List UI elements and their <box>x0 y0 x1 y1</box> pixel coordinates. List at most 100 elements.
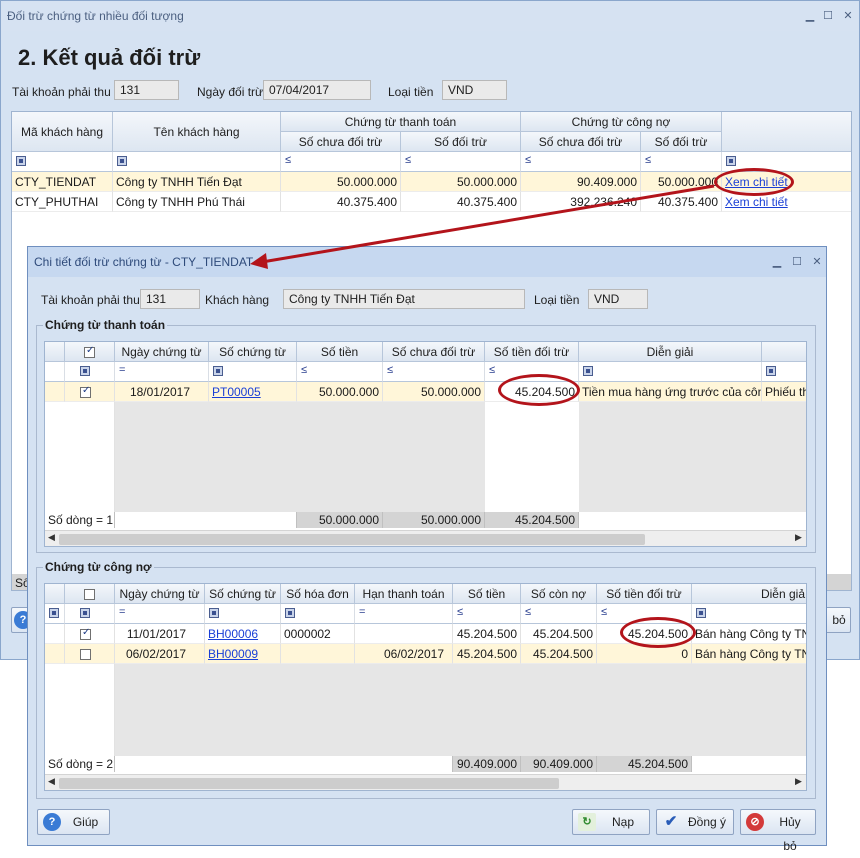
filter-cell[interactable] <box>12 152 113 172</box>
load-button[interactable]: ↻ Nạp <box>572 809 650 835</box>
voucher-link[interactable]: PT00005 <box>209 382 297 402</box>
account-field[interactable]: 131 <box>114 80 179 100</box>
col-pay-matched[interactable]: Số đối trừ <box>401 132 521 152</box>
filter-cell[interactable]: = <box>355 604 453 624</box>
col-date[interactable]: Ngày chứng từ <box>115 584 205 604</box>
col-debt-unmatched[interactable]: Số chưa đối trừ <box>521 132 641 152</box>
maximize-icon[interactable]: ☐ <box>790 255 804 269</box>
table-cell[interactable]: 45.204.500 <box>453 644 521 664</box>
table-cell[interactable]: 392.236.240 <box>521 192 641 212</box>
table-cell[interactable]: 50.000.000 <box>297 382 383 402</box>
table-cell[interactable]: 45.204.500 <box>521 644 597 664</box>
col-pay-unmatched[interactable]: Số chưa đối trừ <box>281 132 401 152</box>
scroll-thumb[interactable] <box>59 778 559 789</box>
filter-cell[interactable]: ≤ <box>281 152 401 172</box>
filter-cell[interactable]: ≤ <box>521 604 597 624</box>
filter-cell[interactable] <box>65 604 115 624</box>
scroll-thumb[interactable] <box>59 534 645 545</box>
table-cell[interactable] <box>355 624 453 644</box>
table-cell[interactable]: Phiếu th <box>762 382 806 402</box>
col-matched[interactable]: Số tiền đối trừ <box>597 584 692 604</box>
table-cell[interactable]: CTY_PHUTHAI <box>12 192 113 212</box>
horizontal-scrollbar[interactable]: ◀ ▶ <box>45 774 806 790</box>
filter-cell[interactable] <box>209 362 297 382</box>
col-remaining[interactable]: Số còn nợ <box>521 584 597 604</box>
col-date[interactable]: Ngày chứng từ <box>115 342 209 362</box>
col-unmatched[interactable]: Số chưa đối trừ <box>383 342 485 362</box>
filter-cell[interactable]: = <box>115 604 205 624</box>
table-cell[interactable]: Bán hàng Công ty TNH <box>692 624 806 644</box>
col-amount[interactable]: Số tiền <box>453 584 521 604</box>
select-all-checkbox[interactable] <box>84 345 95 359</box>
table-cell[interactable] <box>45 624 65 644</box>
filter-cell[interactable]: ≤ <box>597 604 692 624</box>
filter-cell[interactable] <box>722 152 851 172</box>
minimize-icon[interactable]: ▁ <box>770 255 784 269</box>
table-cell[interactable]: 45.204.500 <box>521 624 597 644</box>
table-cell[interactable]: 18/01/2017 <box>115 382 209 402</box>
table-cell[interactable]: CTY_TIENDAT <box>12 172 113 192</box>
date-field[interactable]: 07/04/2017 <box>263 80 371 100</box>
table-cell[interactable]: 50.000.000 <box>383 382 485 402</box>
filter-cell[interactable]: ≤ <box>401 152 521 172</box>
col-extra[interactable] <box>762 342 806 362</box>
table-cell[interactable]: 50.000.000 <box>401 172 521 192</box>
cancel-button[interactable]: ⊘ Hủy bỏ <box>740 809 816 853</box>
filter-cell[interactable]: ≤ <box>383 362 485 382</box>
filter-cell[interactable] <box>45 604 65 624</box>
voucher-link[interactable]: BH00009 <box>205 644 281 664</box>
row-checkbox[interactable] <box>80 649 91 661</box>
col-matched[interactable]: Số tiền đối trừ <box>485 342 579 362</box>
horizontal-scrollbar[interactable]: ◀ ▶ <box>45 530 806 546</box>
filter-cell[interactable] <box>45 362 65 382</box>
scroll-right-icon[interactable]: ▶ <box>795 776 802 787</box>
filter-cell[interactable] <box>65 362 115 382</box>
row-checkbox[interactable] <box>80 627 91 641</box>
ok-button[interactable]: ✔ Đồng ý <box>656 809 734 835</box>
table-cell[interactable]: 40.375.400 <box>641 192 722 212</box>
col-invoice[interactable]: Số hóa đơn <box>281 584 355 604</box>
col-customer-code[interactable]: Mã khách hàng <box>12 112 113 152</box>
col-select[interactable] <box>45 342 65 362</box>
table-cell[interactable]: 0000002 <box>281 624 355 644</box>
table-cell[interactable]: Công ty TNHH Tiến Đạt <box>113 172 281 192</box>
col-description[interactable]: Diễn giả <box>692 584 806 604</box>
col-due[interactable]: Hạn thanh toán <box>355 584 453 604</box>
col-voucher[interactable]: Số chứng từ <box>205 584 281 604</box>
currency-field[interactable]: VND <box>442 80 507 100</box>
matched-input[interactable]: 45.204.500 <box>597 624 692 644</box>
voucher-link[interactable]: BH00006 <box>205 624 281 644</box>
col-voucher[interactable]: Số chứng từ <box>209 342 297 362</box>
close-icon[interactable]: ✕ <box>841 9 855 23</box>
table-cell[interactable] <box>45 644 65 664</box>
table-cell[interactable]: Bán hàng Công ty TNH <box>692 644 806 664</box>
scroll-right-icon[interactable]: ▶ <box>795 532 802 543</box>
filter-cell[interactable] <box>281 604 355 624</box>
table-cell[interactable]: Công ty TNHH Phú Thái <box>113 192 281 212</box>
table-cell[interactable] <box>65 644 115 664</box>
filter-cell[interactable]: ≤ <box>521 152 641 172</box>
col-check[interactable] <box>65 584 115 604</box>
table-cell[interactable]: 50.000.000 <box>281 172 401 192</box>
row-checkbox[interactable] <box>80 385 91 399</box>
col-description[interactable]: Diễn giải <box>579 342 762 362</box>
maximize-icon[interactable]: ☐ <box>821 9 835 23</box>
filter-cell[interactable] <box>205 604 281 624</box>
matched-input[interactable]: 45.204.500 <box>485 382 579 402</box>
filter-cell[interactable]: = <box>115 362 209 382</box>
col-check[interactable] <box>65 342 115 362</box>
filter-cell[interactable] <box>113 152 281 172</box>
col-select[interactable] <box>45 584 65 604</box>
scroll-left-icon[interactable]: ◀ <box>48 776 55 787</box>
view-detail-link[interactable]: Xem chi tiết <box>722 192 851 212</box>
select-all-checkbox[interactable] <box>84 589 95 601</box>
detail-customer-field[interactable]: Công ty TNHH Tiến Đạt <box>283 289 525 309</box>
table-cell[interactable] <box>281 644 355 664</box>
view-detail-link[interactable]: Xem chi tiết <box>722 172 851 192</box>
filter-cell[interactable]: ≤ <box>453 604 521 624</box>
detail-currency-field[interactable]: VND <box>588 289 648 309</box>
table-cell[interactable]: 50.000.000 <box>641 172 722 192</box>
filter-cell[interactable]: ≤ <box>641 152 722 172</box>
filter-cell[interactable]: ≤ <box>485 362 579 382</box>
filter-cell[interactable] <box>692 604 806 624</box>
